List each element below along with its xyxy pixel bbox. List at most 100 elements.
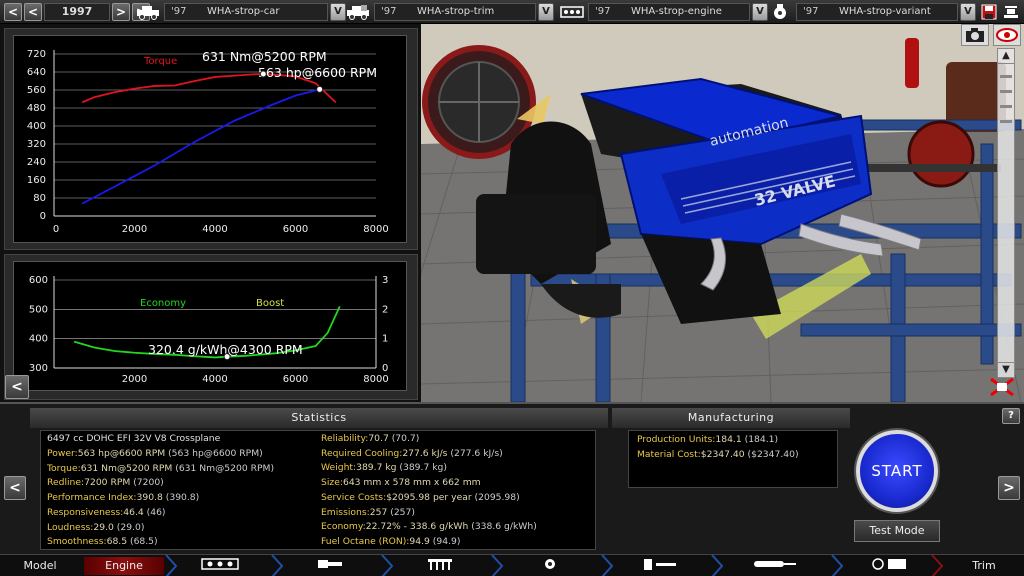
- tab-turbo[interactable]: [510, 557, 590, 575]
- stat-row: Responsiveness:46.4 (46): [47, 506, 166, 521]
- stat-value: 7200 RPM: [84, 477, 131, 489]
- stat-previous: (7200): [133, 477, 164, 489]
- x-tick-label: 8000: [363, 224, 388, 235]
- nav-separator: [381, 555, 394, 576]
- stat-previous: (277.6 kJ/s): [450, 447, 503, 459]
- scroll-down-icon[interactable]: ▼: [998, 362, 1014, 377]
- tab-block[interactable]: [180, 557, 260, 575]
- stat-previous: (390.8): [165, 492, 200, 504]
- year-next-button[interactable]: >: [112, 3, 130, 21]
- y-tick-label: 640: [27, 67, 46, 78]
- y-tick-label-right: 0: [382, 363, 388, 374]
- nav-separator: [491, 555, 504, 576]
- y-tick-label-left: 400: [29, 334, 48, 345]
- stat-row: Redline:7200 RPM (7200): [47, 476, 164, 491]
- trim-selector[interactable]: '97 WHA-strop-trim: [374, 3, 536, 21]
- start-button[interactable]: START: [856, 430, 938, 512]
- stat-row: Size:643 mm x 578 mm x 662 mm: [321, 476, 481, 491]
- year-prev-button[interactable]: <: [4, 3, 22, 21]
- turbo-icon: [766, 3, 794, 21]
- nav-separator: [601, 555, 614, 576]
- tab-trim[interactable]: Trim: [944, 557, 1024, 575]
- stat-row: Weight:389.7 kg (389.7 kg): [321, 461, 447, 476]
- variant-selector[interactable]: '97 WHA-strop-variant: [796, 3, 958, 21]
- view-toggle-button[interactable]: [993, 24, 1021, 46]
- y-tick-label: 0: [40, 211, 46, 222]
- series-line-1: [81, 88, 320, 205]
- gauge-icon: [872, 558, 906, 570]
- fuel-pump-icon: [644, 559, 676, 570]
- stat-previous: (68.5): [129, 536, 158, 548]
- x-tick-label: 6000: [283, 224, 308, 235]
- next-page-button[interactable]: >: [998, 476, 1020, 500]
- stat-key: Economy:: [321, 521, 366, 533]
- nav-separator: [931, 555, 944, 576]
- stat-value: 257: [369, 506, 388, 518]
- turbo-icon: [545, 559, 555, 569]
- variant-dropdown-button[interactable]: V: [960, 3, 976, 21]
- camera-button[interactable]: [961, 24, 989, 46]
- stat-row: Production Units:184.1 (184.1): [637, 433, 778, 448]
- engine-year: '97: [595, 6, 611, 17]
- manufacturing-box: Production Units:184.1 (184.1) Material C…: [628, 430, 838, 488]
- x-tick-label: 2000: [122, 224, 147, 235]
- power-chart-panel: 0 80 160 240 320 400 480 560 640 720 0 2000 4000 6000…: [4, 28, 418, 250]
- stat-key: Smoothness:: [47, 536, 107, 548]
- trim-dropdown-button[interactable]: V: [538, 3, 554, 21]
- tab-exhaust[interactable]: [730, 557, 820, 575]
- engine-block-icon: [558, 3, 586, 21]
- tab-model[interactable]: Model: [0, 557, 80, 575]
- y-tick-label: 480: [27, 103, 46, 114]
- peak-annotation: 631 Nm@5200 RPM: [202, 49, 327, 64]
- save-icon[interactable]: [978, 3, 1000, 21]
- engine-selector[interactable]: '97 WHA-strop-engine: [588, 3, 750, 21]
- help-button[interactable]: ?: [1002, 408, 1020, 424]
- car-selector[interactable]: '97 WHA-strop-car: [164, 3, 328, 21]
- tab-testing[interactable]: [850, 557, 930, 575]
- stat-value: 631 Nm@5200 RPM: [80, 462, 173, 474]
- year-field[interactable]: 1997: [44, 3, 110, 21]
- power-chart-area: 0 80 160 240 320 400 480 560 640 720 0 2000 4000 6000…: [13, 35, 407, 243]
- stat-row: Service Costs:$2095.98 per year (2095.98…: [321, 491, 520, 506]
- tab-intake[interactable]: [400, 557, 480, 575]
- viewport-scrollbar[interactable]: ▲ ▼: [997, 48, 1015, 378]
- reset-view-icon[interactable]: [987, 376, 1017, 398]
- stat-value: 68.5: [106, 536, 128, 548]
- top-bar: < < 1997 > > '97WHA-strop-car V '97WHA-s…: [0, 0, 1024, 24]
- x-tick-label: 8000: [363, 374, 388, 385]
- bottom-nav: Model Engine Trim: [0, 554, 1024, 576]
- prev-page-button[interactable]: <: [4, 476, 26, 500]
- tab-fuel[interactable]: [620, 557, 700, 575]
- stat-row: Fuel Octane (RON):94.9 (94.9): [321, 535, 460, 550]
- stat-value: 563 hp@6600 RPM: [77, 448, 166, 459]
- economy-boost-chart: 30040050060001232000 4000 6000 8000Economy B…: [29, 275, 389, 385]
- hat-icon[interactable]: [1000, 3, 1022, 21]
- statistics-box: 6497 cc DOHC EFI 32V V8 Crossplane Power…: [40, 430, 596, 550]
- test-mode-button[interactable]: Test Mode: [854, 520, 940, 542]
- x-tick-label: 4000: [202, 374, 227, 385]
- stat-row: Power:563 hp@6600 RPM (563 hp@6600 RPM): [47, 447, 263, 462]
- stat-key: Service Costs:: [321, 491, 387, 503]
- stat-key: Required Cooling:: [321, 447, 403, 459]
- stat-previous: (257): [390, 506, 415, 518]
- peak-marker: [316, 85, 324, 93]
- chart-collapse-button[interactable]: <: [5, 375, 29, 399]
- x-tick-label: 0: [53, 224, 59, 235]
- peak-annotation: 563 hp@6600 RPM: [258, 65, 377, 80]
- economy-chart-area: 300 400 500 600 0 1 2 3 2000 4000 6000 8000 Economy B…: [13, 261, 407, 391]
- engine-3d-viewport[interactable]: automation 32 VALVE ▲ ▼: [421, 24, 1024, 402]
- stat-key: Redline:: [47, 477, 85, 489]
- scroll-up-icon[interactable]: ▲: [998, 49, 1014, 64]
- intake-manifold-icon: [428, 559, 452, 570]
- year-prev-button-2[interactable]: <: [24, 3, 42, 21]
- stat-value: 94.9: [409, 535, 430, 547]
- tab-heads[interactable]: [290, 557, 370, 575]
- y-tick-label: 560: [27, 85, 46, 96]
- tab-engine[interactable]: Engine: [84, 557, 164, 575]
- stat-key: Production Units:: [637, 434, 716, 445]
- stat-value: $2095.98 per year: [386, 491, 472, 503]
- stat-key: Weight:: [321, 462, 357, 474]
- stat-value: 390.8: [136, 492, 163, 504]
- y-tick-label-left: 600: [29, 275, 48, 286]
- stat-value: $2347.40: [700, 448, 745, 460]
